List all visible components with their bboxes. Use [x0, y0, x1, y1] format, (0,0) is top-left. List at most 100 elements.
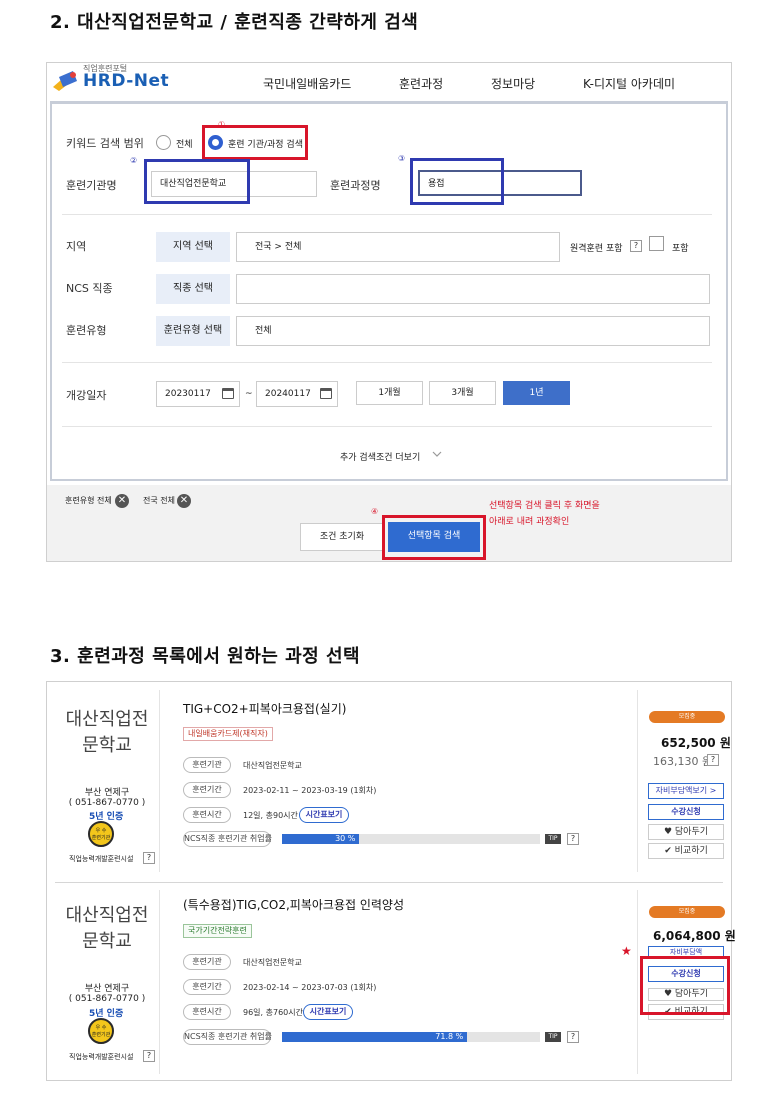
remote-training-label: 원격훈련 포함	[570, 244, 623, 254]
divider	[62, 362, 712, 363]
close-icon[interactable]: ✕	[177, 494, 191, 508]
recruiting-status-badge: 모집중	[649, 711, 725, 723]
selected-filter-bar: 훈련유형 전체 ✕ 전국 전체 ✕ 선택항목 검색 클릭 후 화면을 아래로 내…	[47, 485, 731, 561]
help-icon[interactable]: ?	[567, 833, 579, 845]
column-divider	[637, 690, 638, 872]
help-icon[interactable]: ?	[143, 852, 155, 864]
column-divider	[637, 890, 638, 1074]
reset-conditions-button[interactable]: 조건 초기화	[300, 523, 384, 551]
employment-rate-fill: 71.8 %	[282, 1032, 468, 1042]
employment-rate-bar: 30 %	[282, 834, 540, 844]
tip-badge[interactable]: TIP	[545, 834, 561, 844]
certification-years: 5년 인증	[89, 812, 124, 822]
nav-item-info[interactable]: 정보마당	[491, 75, 535, 92]
course-name-label: 훈련과정명	[330, 179, 381, 192]
timetable-button[interactable]: 시간표보기	[299, 807, 349, 823]
instruction-note-line1: 선택항목 검색 클릭 후 화면을	[489, 501, 600, 511]
recruiting-status-badge: 모집중	[649, 906, 725, 918]
institution-phone: ( 051-867-0770 )	[68, 798, 146, 808]
badge-text: 우 수	[95, 1025, 107, 1031]
region-select-button[interactable]: 지역 선택	[156, 232, 230, 262]
self-pay-price: 163,130 원	[653, 755, 713, 768]
employment-rate-fill: 30 %	[282, 834, 360, 844]
annotation-box-apply	[640, 956, 730, 1015]
training-type-label: 훈련유형	[66, 324, 107, 337]
annotation-number-2: ②	[130, 156, 138, 165]
period-1-month-button[interactable]: 1개월	[356, 381, 423, 405]
institution-name[interactable]: 대산직업전	[55, 902, 159, 930]
annotation-box-2	[144, 159, 250, 204]
section-2-title: 2. 대산직업전문학교 / 훈련직종 간략하게 검색	[50, 12, 419, 33]
radio-all[interactable]	[156, 135, 171, 150]
training-type-value[interactable]: 전체	[236, 316, 710, 346]
star-icon: ★	[621, 944, 632, 958]
check-icon: ✔	[664, 846, 675, 856]
self-pay-view-button[interactable]: 자비부담액보기 >	[648, 783, 724, 799]
certification-years: 5년 인증	[89, 1009, 124, 1019]
info-value-institution: 대산직업전문학교	[243, 958, 302, 967]
course-price: 652,500 원	[661, 736, 731, 750]
help-icon[interactable]: ?	[567, 1031, 579, 1043]
tip-badge[interactable]: TIP	[545, 1032, 561, 1042]
period-3-month-button[interactable]: 3개월	[429, 381, 496, 405]
search-panel: 키워드 검색 범위 전체 훈련 기관/과정 검색 ① 훈련기관명 대산직업전문학…	[50, 101, 728, 481]
course-type-tag: 국가기간전략훈련	[183, 924, 252, 938]
column-divider	[159, 890, 160, 1074]
ncs-value[interactable]	[236, 274, 710, 304]
course-price: 6,064,800 원	[653, 929, 736, 943]
nav-item-course[interactable]: 훈련과정	[399, 75, 443, 92]
chevron-down-icon[interactable]	[432, 450, 442, 458]
nav-item-k-digital[interactable]: K-디지털 아카데미	[583, 75, 675, 92]
compare-button[interactable]: ✔ 비교하기	[648, 843, 724, 859]
help-icon[interactable]: ?	[143, 1050, 155, 1062]
date-separator: ~	[245, 389, 253, 399]
badge-text: 훈련기관	[91, 835, 111, 841]
nav-item-card[interactable]: 국민내일배움카드	[263, 75, 351, 92]
help-icon[interactable]: ?	[707, 754, 719, 766]
course-type-tag: 내일배움카드제(재직자)	[183, 727, 273, 741]
institution-name-label: 훈련기관명	[66, 179, 117, 192]
filter-chip-region: 전국 전체	[143, 496, 175, 505]
annotation-box-1	[202, 125, 308, 160]
info-key-period: 훈련기간	[183, 979, 231, 995]
badge-text: 훈련기관	[91, 1032, 111, 1038]
section-3-title: 3. 훈련과정 목록에서 원하는 과정 선택	[50, 646, 361, 667]
more-options-link[interactable]: 추가 검색조건 더보기	[340, 450, 420, 463]
institution-name[interactable]: 문학교	[55, 732, 159, 760]
institution-phone: ( 051-867-0770 )	[68, 994, 146, 1004]
annotation-number-3: ③	[398, 154, 406, 163]
info-key-hours: 훈련시간	[183, 1004, 231, 1020]
annotation-number-4: ④	[371, 507, 379, 516]
course-title[interactable]: TIG+CO2+피복아크용접(실기)	[183, 700, 346, 717]
remote-include-checkbox[interactable]	[649, 236, 664, 251]
ncs-select-button[interactable]: 직종 선택	[156, 274, 230, 304]
close-icon[interactable]: ✕	[115, 494, 129, 508]
course-title[interactable]: (특수용접)TIG,CO2,피복아크용접 인력양성	[183, 896, 404, 913]
institution-name[interactable]: 대산직업전	[55, 706, 159, 734]
institution-name[interactable]: 문학교	[55, 928, 159, 956]
site-header: 직업훈련포털 HRD-Net 국민내일배움카드 훈련과정 정보마당 K-디지털 …	[47, 63, 731, 101]
info-value-period: 2023-02-11 ~ 2023-03-19 (1회차)	[243, 786, 377, 795]
remote-include-label: 포함	[672, 244, 689, 254]
remote-help-icon[interactable]: ?	[630, 240, 642, 252]
logo-text[interactable]: HRD-Net	[83, 71, 169, 91]
info-value-period: 2023-02-14 ~ 2023-07-03 (1회차)	[243, 983, 377, 992]
badge-text: 우 수	[95, 828, 107, 834]
calendar-icon[interactable]	[222, 388, 234, 399]
training-type-select-button[interactable]: 훈련유형 선택	[156, 316, 230, 346]
facility-label: 직업능력개발훈련시설	[69, 1053, 134, 1061]
instruction-note-line2: 아래로 내려 과정확인	[489, 517, 570, 527]
apply-button[interactable]: 수강신청	[648, 804, 724, 820]
ncs-employment-rate-label: NCS직종 훈련기관 취업률	[183, 831, 272, 847]
hrd-net-logo-icon	[53, 71, 77, 91]
region-label: 지역	[66, 240, 87, 253]
ncs-employment-rate-label: NCS직종 훈련기관 취업률	[183, 1029, 272, 1045]
compare-label: 비교하기	[674, 846, 708, 856]
calendar-icon[interactable]	[320, 388, 332, 399]
region-value[interactable]: 전국 > 전체	[236, 232, 560, 262]
info-key-period: 훈련기간	[183, 782, 231, 798]
period-1-year-button[interactable]: 1년	[503, 381, 570, 405]
timetable-button[interactable]: 시간표보기	[303, 1004, 353, 1020]
keyword-range-label: 키워드 검색 범위	[66, 137, 144, 150]
wishlist-button[interactable]: ♥ 담아두기	[648, 824, 724, 840]
